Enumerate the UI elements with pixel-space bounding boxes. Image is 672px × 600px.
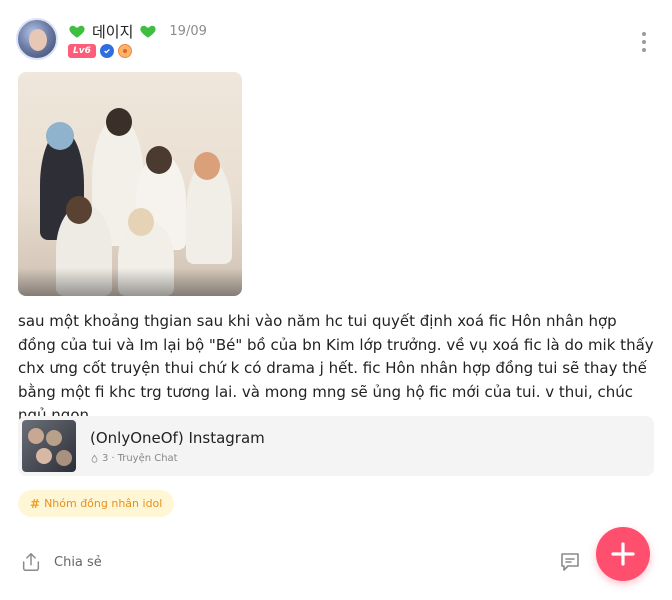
verified-badge-icon [99, 44, 114, 58]
create-post-button[interactable] [596, 527, 650, 581]
linked-story-card[interactable]: (OnlyOneOf) Instagram 3 · Truyện Chat [18, 416, 654, 476]
post-body: sau một khoảng thgian sau khi vào năm hc… [18, 312, 654, 424]
share-button[interactable]: Chia sẻ [20, 551, 102, 573]
story-thumbnail [22, 420, 76, 472]
topic-tag[interactable]: # Nhóm đồng nhân idol [18, 490, 175, 517]
meta-separator: · [111, 453, 115, 464]
story-category: Truyện Chat [117, 453, 178, 464]
user-badges: Lv6 [68, 44, 132, 58]
share-icon [22, 553, 40, 571]
hashtag-icon: # [30, 496, 41, 511]
story-title: (OnlyOneOf) Instagram [90, 429, 265, 447]
post-image[interactable] [18, 72, 242, 296]
story-count: 3 [102, 453, 109, 464]
green-heart-icon [69, 25, 85, 38]
post-date: 19/09 [169, 23, 207, 39]
comment-icon[interactable] [558, 550, 582, 574]
post-header: 데이지 19/09 Lv6 [16, 16, 656, 66]
fire-icon [91, 454, 98, 463]
member-badge-icon [117, 44, 132, 58]
username[interactable]: 데이지 [92, 21, 133, 42]
tag-label: Nhóm đồng nhân idol [44, 497, 163, 510]
green-heart-icon [140, 25, 156, 38]
plus-icon [611, 542, 635, 566]
share-label: Chia sẻ [54, 554, 102, 570]
story-meta: 3 · Truyện Chat [90, 453, 178, 464]
more-vertical-icon[interactable] [636, 30, 652, 54]
author-row: 데이지 19/09 [68, 20, 207, 42]
level-badge: Lv6 [68, 44, 96, 58]
avatar[interactable] [16, 18, 58, 60]
